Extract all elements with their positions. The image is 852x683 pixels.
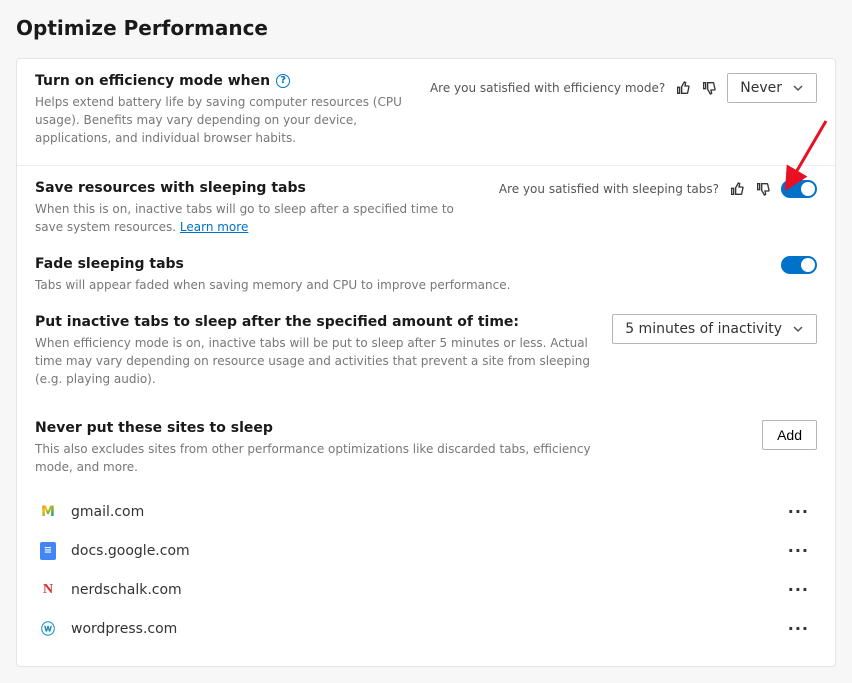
- site-row: N nerdschalk.com ···: [35, 570, 817, 609]
- efficiency-mode-desc: Helps extend battery life by saving comp…: [35, 93, 414, 147]
- efficiency-feedback-text: Are you satisfied with efficiency mode?: [430, 81, 665, 95]
- site-domain: nerdschalk.com: [71, 582, 770, 598]
- site-domain: wordpress.com: [71, 621, 770, 637]
- section-fade-tabs: Fade sleeping tabs Tabs will appear fade…: [17, 242, 835, 300]
- nerdschalk-icon: N: [39, 581, 57, 599]
- never-sleep-sites-list: M gmail.com ··· ≡ docs.google.com ··· N …: [35, 492, 817, 648]
- inactive-sleep-dropdown[interactable]: 5 minutes of inactivity: [612, 314, 817, 344]
- thumbs-down-icon[interactable]: [701, 80, 717, 96]
- sleeping-tabs-title: Save resources with sleeping tabs: [35, 180, 306, 196]
- sleeping-tabs-toggle[interactable]: [781, 180, 817, 198]
- efficiency-mode-dropdown[interactable]: Never: [727, 73, 817, 103]
- section-efficiency-mode: Turn on efficiency mode when ? Helps ext…: [17, 59, 835, 166]
- section-inactive-sleep: Put inactive tabs to sleep after the spe…: [17, 300, 835, 406]
- fade-tabs-desc: Tabs will appear faded when saving memor…: [35, 276, 595, 294]
- more-options-icon[interactable]: ···: [784, 619, 813, 638]
- site-row: M gmail.com ···: [35, 492, 817, 531]
- thumbs-up-icon[interactable]: [675, 80, 691, 96]
- more-options-icon[interactable]: ···: [784, 541, 813, 560]
- section-never-sleep: Never put these sites to sleep This also…: [17, 406, 835, 666]
- settings-card: Turn on efficiency mode when ? Helps ext…: [16, 58, 836, 667]
- thumbs-up-icon[interactable]: [729, 181, 745, 197]
- wordpress-icon: ⓦ: [39, 620, 57, 638]
- inactive-sleep-title: Put inactive tabs to sleep after the spe…: [35, 314, 519, 330]
- inactive-dropdown-value: 5 minutes of inactivity: [625, 321, 782, 337]
- fade-tabs-toggle[interactable]: [781, 256, 817, 274]
- site-row: ⓦ wordpress.com ···: [35, 609, 817, 648]
- efficiency-mode-title-text: Turn on efficiency mode when: [35, 73, 270, 89]
- gmail-icon: M: [39, 503, 57, 521]
- efficiency-mode-title: Turn on efficiency mode when ?: [35, 73, 290, 89]
- thumbs-down-icon[interactable]: [755, 181, 771, 197]
- add-site-button[interactable]: Add: [762, 420, 817, 450]
- never-sleep-title: Never put these sites to sleep: [35, 420, 273, 436]
- site-domain: docs.google.com: [71, 543, 770, 559]
- site-domain: gmail.com: [71, 504, 770, 520]
- efficiency-dropdown-value: Never: [740, 80, 782, 96]
- more-options-icon[interactable]: ···: [784, 502, 813, 521]
- sleeping-tabs-desc: When this is on, inactive tabs will go t…: [35, 200, 483, 236]
- sleeping-tabs-feedback-text: Are you satisfied with sleeping tabs?: [499, 182, 719, 196]
- help-icon[interactable]: ?: [276, 74, 290, 88]
- section-sleeping-tabs: Save resources with sleeping tabs When t…: [17, 166, 835, 242]
- page-title: Optimize Performance: [16, 16, 836, 40]
- fade-tabs-title: Fade sleeping tabs: [35, 256, 184, 272]
- more-options-icon[interactable]: ···: [784, 580, 813, 599]
- chevron-down-icon: [792, 82, 804, 94]
- inactive-sleep-desc: When efficiency mode is on, inactive tab…: [35, 334, 595, 388]
- site-row: ≡ docs.google.com ···: [35, 531, 817, 570]
- never-sleep-desc: This also excludes sites from other perf…: [35, 440, 595, 476]
- chevron-down-icon: [792, 323, 804, 335]
- google-docs-icon: ≡: [39, 542, 57, 560]
- learn-more-link[interactable]: Learn more: [180, 220, 248, 234]
